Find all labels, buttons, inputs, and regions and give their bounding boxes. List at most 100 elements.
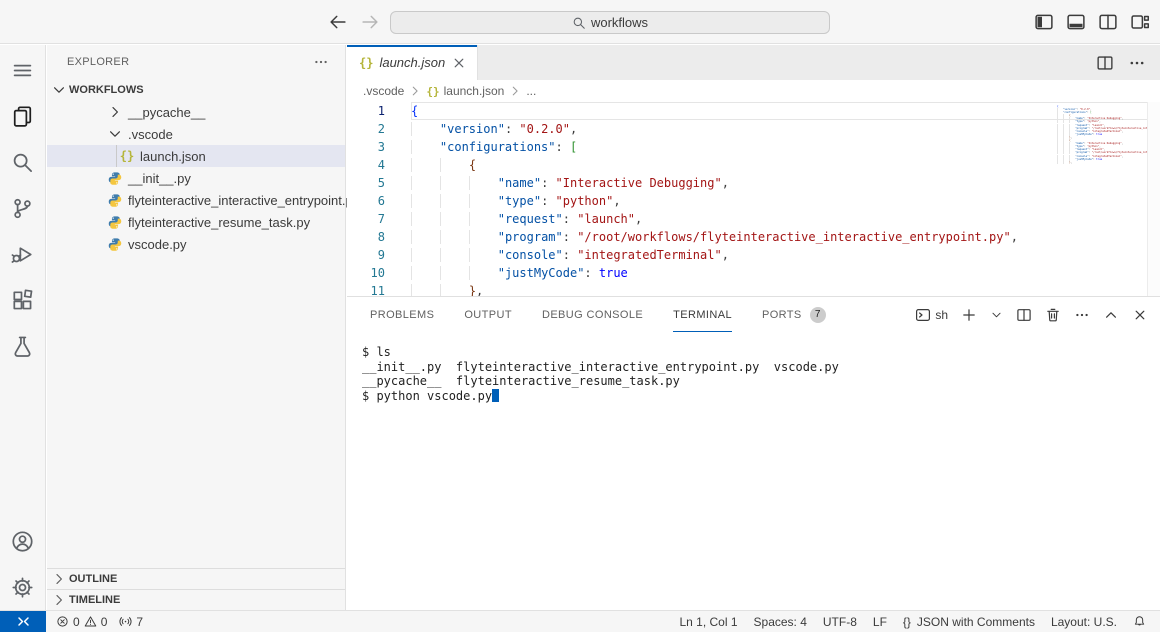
python-file-icon (107, 193, 123, 208)
terminal-instance-sh[interactable]: sh (915, 307, 948, 323)
activity-bar (0, 45, 46, 610)
layout-controls (1034, 12, 1150, 32)
tree-item-flyteinteractive-resume-task-py[interactable]: flyteinteractive_resume_task.py (47, 211, 345, 233)
status-label: Spaces: 4 (754, 615, 807, 629)
code-line-content: "justMyCode": true (411, 264, 1160, 282)
testing-icon (11, 335, 34, 358)
activity-source-control-button[interactable] (0, 185, 46, 231)
breadcrumb-item[interactable]: .vscode (363, 84, 404, 98)
activity-testing-button[interactable] (0, 323, 46, 369)
breadcrumb-item[interactable]: ... (526, 84, 536, 98)
radio-tower-icon (119, 615, 132, 628)
toggle-secondary-sidebar-icon[interactable] (1098, 12, 1118, 32)
activity-extensions-button[interactable] (0, 277, 46, 323)
sidebar-title: EXPLORER (67, 56, 129, 68)
code-editor[interactable]: 1{2 "version": "0.2.0",3 "configurations… (347, 102, 1160, 301)
tree-item-vscode-py[interactable]: vscode.py (47, 233, 345, 255)
activity-search-button[interactable] (0, 139, 46, 185)
maximize-panel-icon[interactable] (1103, 307, 1119, 323)
chevron-down-icon (51, 82, 67, 98)
editor-more-actions-icon[interactable] (1128, 54, 1146, 72)
panel-tab-label: PROBLEMS (370, 309, 434, 321)
activity-run-and-debug-button[interactable] (0, 231, 46, 277)
forwarded-ports-status[interactable]: 7 (113, 615, 149, 629)
code-line: 7 "request": "launch", (347, 210, 1160, 228)
status-layout-u-s[interactable]: Layout: U.S. (1043, 615, 1125, 629)
split-editor-icon[interactable] (1096, 54, 1114, 72)
vscode-window: workflows EXPLORER WORKFLOWS __pycache__… (0, 0, 1160, 632)
kill-terminal-icon[interactable] (1045, 307, 1061, 323)
indent-guide (116, 145, 117, 167)
panel-tab-label: PORTS (762, 309, 802, 321)
tree-item-launch-json[interactable]: {}launch.json (47, 145, 345, 167)
panel-actions: sh (915, 307, 1148, 323)
panel-tab-terminal[interactable]: TERMINAL (673, 297, 732, 332)
terminal[interactable]: $ ls__init__.py flyteinteractive_interac… (347, 332, 1160, 403)
remote-indicator[interactable] (0, 611, 46, 632)
close-panel-icon[interactable] (1132, 307, 1148, 323)
split-terminal-icon[interactable] (1016, 307, 1032, 323)
notifications-bell[interactable] (1125, 615, 1154, 628)
customize-layout-icon[interactable] (1130, 12, 1150, 32)
new-terminal-icon[interactable] (961, 307, 977, 323)
status-label: LF (873, 615, 887, 629)
tree-item-label: .vscode (128, 127, 173, 142)
chevron-right-icon (51, 592, 67, 608)
code-line: 4 { (347, 156, 1160, 174)
terminal-icon (915, 307, 931, 323)
status-lf[interactable]: LF (865, 615, 895, 629)
forward-icon[interactable] (360, 12, 380, 32)
terminal-line: __init__.py flyteinteractive_interactive… (362, 360, 1160, 375)
chevron-right-icon (107, 104, 123, 120)
status-label: JSON with Comments (917, 615, 1035, 629)
panel-tab-problems[interactable]: PROBLEMS (370, 297, 434, 332)
editor-scrollbar[interactable] (1147, 102, 1160, 301)
command-center-search[interactable]: workflows (390, 11, 830, 34)
activity-menu-button[interactable] (0, 47, 46, 93)
code-line: 2 "version": "0.2.0", (347, 120, 1160, 138)
json-file-icon: {} (119, 149, 135, 163)
explorer-sidebar: EXPLORER WORKFLOWS __pycache__ .vscode {}l… (47, 45, 346, 610)
close-tab-icon[interactable] (451, 55, 467, 71)
panel-tab-debug-console[interactable]: DEBUG CONSOLE (542, 297, 643, 332)
back-icon[interactable] (328, 12, 348, 32)
activity-bar-bottom (0, 518, 46, 610)
explorer-more-actions-icon[interactable] (313, 54, 329, 70)
tree-item-flyteinteractive-interactive-entrypoint-py[interactable]: flyteinteractive_interactive_entrypoint.… (47, 189, 345, 211)
panel-tab-output[interactable]: OUTPUT (464, 297, 512, 332)
panel-tab-label: DEBUG CONSOLE (542, 309, 643, 321)
json-braces-glyph: {} (903, 615, 911, 629)
terminal-dropdown-icon[interactable] (990, 307, 1003, 323)
status-spaces-4[interactable]: Spaces: 4 (746, 615, 815, 629)
code-line-content: "program": "/root/workflows/flyteinterac… (411, 228, 1160, 246)
tree-item-pycache[interactable]: __pycache__ (47, 101, 345, 123)
outline-section[interactable]: OUTLINE (47, 568, 345, 589)
code-line: 10 "justMyCode": true (347, 264, 1160, 282)
settings-gear-icon (11, 576, 34, 599)
problems-status[interactable]: 0 0 (50, 615, 113, 629)
panel-tab-ports[interactable]: PORTS7 (762, 297, 826, 332)
line-number: 1 (347, 102, 411, 120)
panel-more-actions-icon[interactable] (1074, 307, 1090, 323)
code-line-content: "configurations": [ (411, 138, 1160, 156)
bell-icon (1133, 615, 1146, 628)
status-ln-1-col-1[interactable]: Ln 1, Col 1 (671, 615, 745, 629)
toggle-panel-icon[interactable] (1066, 12, 1086, 32)
tree-item-label: vscode.py (128, 237, 187, 252)
status-json-with-comments[interactable]: {} JSON with Comments (895, 615, 1043, 629)
warning-icon (84, 615, 97, 628)
activity-accounts-button[interactable] (0, 518, 46, 564)
status-utf-8[interactable]: UTF-8 (815, 615, 865, 629)
tree-item-init-py[interactable]: __init__.py (47, 167, 345, 189)
activity-settings-button[interactable] (0, 564, 46, 610)
line-number: 7 (347, 210, 411, 228)
line-number: 3 (347, 138, 411, 156)
timeline-section[interactable]: TIMELINE (47, 589, 345, 610)
tab-launch-json[interactable]: {} launch.json (347, 45, 478, 80)
breadcrumb-item[interactable]: launch.json (444, 84, 505, 98)
activity-explorer-button[interactable] (0, 93, 46, 139)
file-tree: __pycache__ .vscode {}launch.json__init__.… (47, 101, 345, 255)
toggle-primary-sidebar-icon[interactable] (1034, 12, 1054, 32)
tree-item-vscode[interactable]: .vscode (47, 123, 345, 145)
workspace-section-workflows[interactable]: WORKFLOWS (47, 79, 345, 101)
